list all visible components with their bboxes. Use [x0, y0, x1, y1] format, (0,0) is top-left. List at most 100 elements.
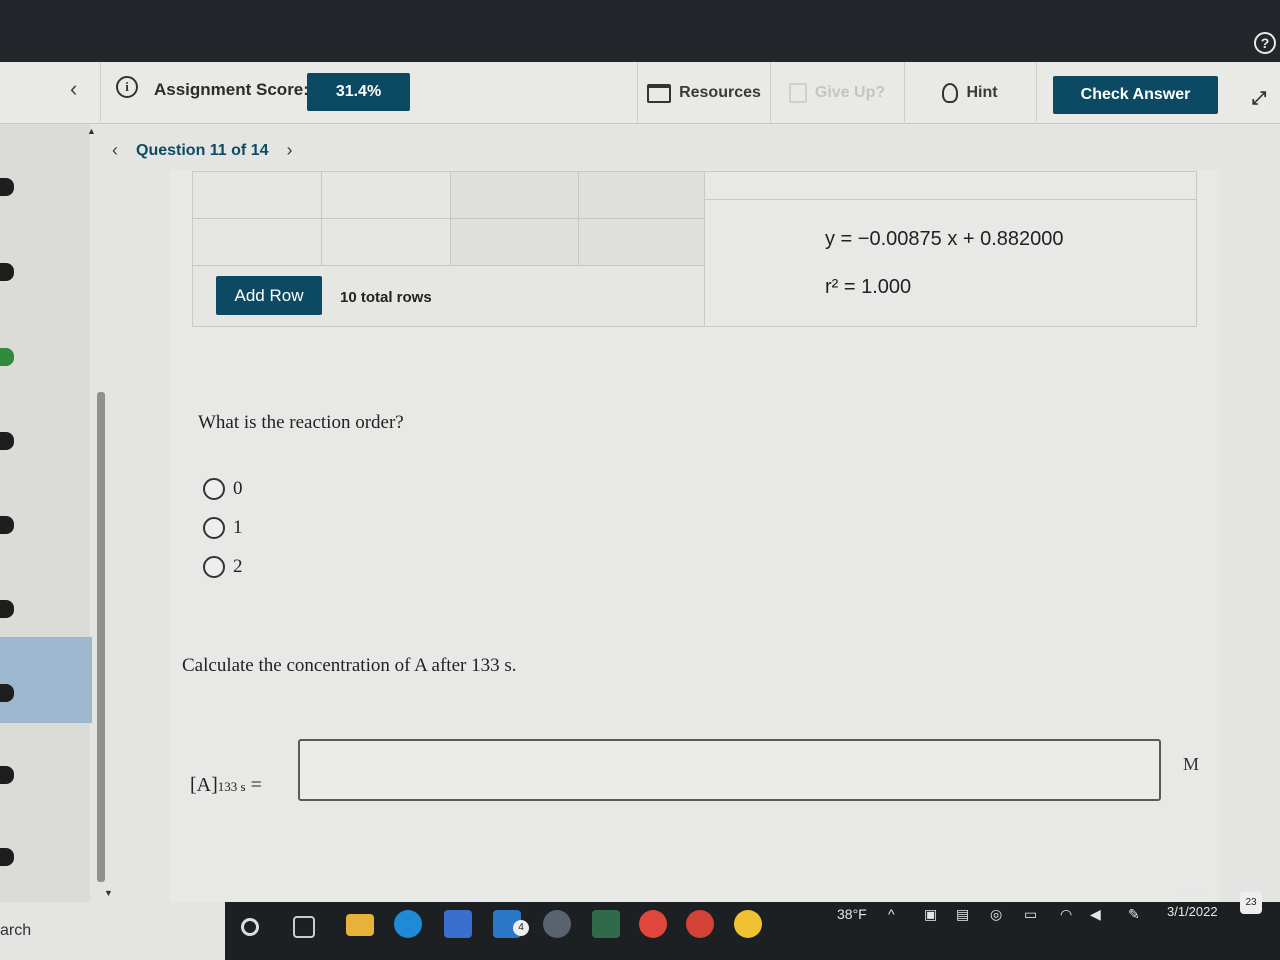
concentration-question: Calculate the concentration of A after 1…: [182, 655, 517, 676]
sidebar-question-item[interactable]: [0, 766, 14, 784]
sidebar-question-item[interactable]: [0, 848, 14, 866]
table-cell[interactable]: [193, 172, 322, 218]
equals-sign: =: [250, 774, 262, 796]
app-icon[interactable]: [543, 910, 571, 938]
radio-button[interactable]: [203, 556, 225, 578]
tray-app-icon[interactable]: ▣: [924, 906, 937, 923]
sidebar-question-item[interactable]: [0, 684, 14, 702]
question-navigator: ‹ Question 11 of 14 ›: [112, 140, 292, 161]
tray-app-icon[interactable]: ◎: [990, 906, 1002, 923]
file-explorer-icon[interactable]: [346, 914, 374, 936]
r-squared-value: r² = 1.000: [825, 276, 912, 298]
sidebar-question-item[interactable]: [0, 348, 14, 366]
app-icon[interactable]: [592, 910, 620, 938]
table-cell[interactable]: [193, 219, 322, 265]
sidebar-question-item[interactable]: [0, 516, 14, 534]
folder-icon: [647, 83, 672, 103]
download-icon[interactable]: [734, 910, 762, 938]
app-window: ‹ i Assignment Score: 31.4% Resources Gi…: [0, 62, 1280, 902]
wifi-icon[interactable]: ◠: [1060, 906, 1072, 923]
toolbar-divider: [770, 62, 771, 124]
radio-button[interactable]: [203, 478, 225, 500]
give-up-icon: [788, 83, 807, 103]
table-row: [193, 219, 706, 266]
tray-app-icon[interactable]: ▤: [956, 906, 969, 923]
unit-label: M: [1183, 754, 1200, 774]
pen-icon[interactable]: ✎: [1128, 906, 1140, 923]
previous-question-icon[interactable]: ‹: [112, 140, 118, 161]
table-cell: [579, 219, 706, 265]
option-label: 2: [233, 556, 243, 577]
taskbar-search-box[interactable]: arch: [0, 902, 225, 960]
sidebar-question-item[interactable]: [0, 600, 14, 618]
table-row: [193, 172, 706, 219]
store-icon[interactable]: [444, 910, 472, 938]
sidebar-question-item[interactable]: [0, 432, 14, 450]
toolbar-divider: [1036, 62, 1037, 124]
resources-label: Resources: [679, 84, 761, 101]
task-view-icon[interactable]: [293, 916, 315, 938]
table-cell[interactable]: [322, 172, 451, 218]
windows-taskbar: arch 4 38°F ^ ▣ ▤ ◎ ▭ ◠ ◀ ✎ 23:11 3/1/20…: [0, 886, 1280, 960]
give-up-label: Give Up?: [814, 84, 886, 101]
help-icon[interactable]: ?: [1254, 32, 1276, 54]
option-label: 1: [233, 517, 243, 538]
sidebar-scrollbar[interactable]: [97, 392, 105, 882]
lightbulb-icon: [942, 83, 959, 103]
hint-label: Hint: [966, 84, 998, 101]
weather-temperature[interactable]: 38°F: [837, 906, 867, 922]
tray-app-icon[interactable]: ▭: [1024, 906, 1037, 923]
chrome-profile-icon[interactable]: [686, 910, 714, 938]
regression-equation: y = −0.00875 x + 0.882000: [825, 228, 1064, 250]
assignment-toolbar: ‹ i Assignment Score: 31.4% Resources Gi…: [0, 62, 1280, 124]
next-question-icon[interactable]: ›: [286, 140, 292, 161]
toolbar-divider: [100, 62, 101, 124]
option-label: 0: [233, 478, 243, 499]
concentration-label: [A]133 s =: [190, 774, 262, 797]
scroll-up-icon[interactable]: ▲: [87, 126, 96, 136]
table-cell[interactable]: [322, 219, 451, 265]
back-chevron-icon[interactable]: ‹: [70, 76, 77, 102]
scroll-down-icon[interactable]: ▼: [104, 888, 113, 898]
score-label: Assignment Score:: [154, 80, 309, 99]
sidebar-selected-question[interactable]: [0, 637, 92, 723]
radio-button[interactable]: [203, 517, 225, 539]
order-option-0[interactable]: 0: [203, 478, 243, 500]
toolbar-divider: [637, 62, 638, 124]
order-option-1[interactable]: 1: [203, 517, 243, 539]
clock-time[interactable]: 23:11: [1178, 886, 1207, 900]
check-answer-button[interactable]: Check Answer: [1053, 76, 1218, 114]
window-top-bar: ?: [0, 0, 1280, 62]
tray-chevron-icon[interactable]: ^: [888, 906, 895, 922]
table-cell: [451, 219, 579, 265]
concentration-input[interactable]: [298, 739, 1161, 801]
sidebar-question-item[interactable]: [0, 178, 14, 196]
info-icon[interactable]: i: [116, 76, 138, 98]
sidebar-question-item[interactable]: [0, 263, 14, 281]
add-row-button[interactable]: Add Row: [216, 276, 322, 315]
question-counter: Question 11 of 14: [136, 141, 269, 159]
total-rows-label: 10 total rows: [340, 289, 432, 306]
hint-button[interactable]: Hint: [906, 62, 1034, 124]
regression-header: [705, 172, 1196, 200]
edge-icon[interactable]: [394, 910, 422, 938]
order-option-2[interactable]: 2: [203, 556, 243, 578]
toolbar-divider: [904, 62, 905, 124]
fullscreen-icon[interactable]: ⤢: [1252, 88, 1266, 109]
table-cell: [451, 172, 579, 218]
cortana-icon[interactable]: [241, 918, 259, 936]
concentration-symbol: [A]: [190, 774, 218, 796]
clock-date[interactable]: 3/1/2022: [1167, 904, 1218, 919]
reaction-order-question: What is the reaction order?: [198, 412, 404, 433]
notification-icon[interactable]: 23: [1240, 892, 1262, 914]
volume-icon[interactable]: ◀: [1090, 906, 1101, 923]
mail-badge: 4: [513, 920, 529, 936]
concentration-subscript: 133 s: [217, 779, 246, 794]
table-cell: [579, 172, 706, 218]
resources-button[interactable]: Resources: [640, 62, 768, 124]
chrome-icon[interactable]: [639, 910, 667, 938]
question-sidebar: [0, 124, 92, 902]
score-badge: 31.4%: [307, 73, 410, 111]
give-up-button[interactable]: Give Up?: [772, 62, 902, 124]
search-text: arch: [0, 922, 32, 939]
